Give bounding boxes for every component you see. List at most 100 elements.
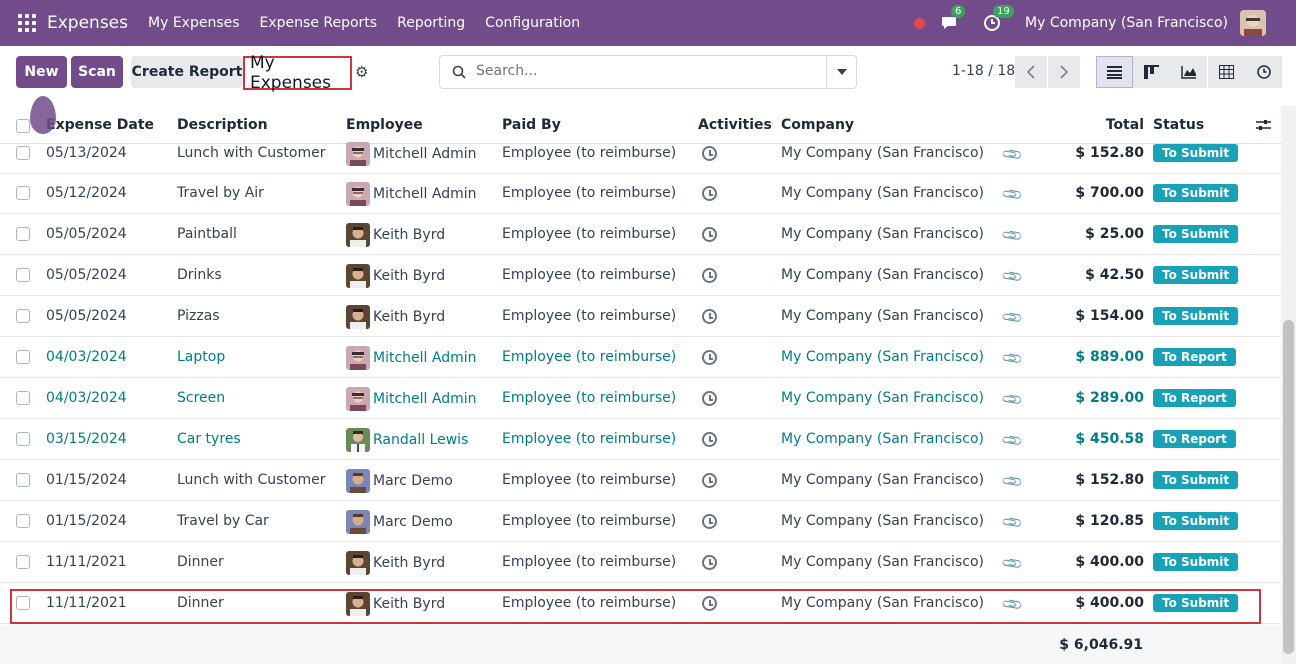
- employee-name[interactable]: Marc Demo: [373, 473, 453, 489]
- expense-total: $ 42.50: [1085, 267, 1144, 283]
- row-checkbox[interactable]: [16, 514, 30, 528]
- column-activities[interactable]: Activities: [698, 117, 772, 133]
- list-view-button[interactable]: [1096, 56, 1133, 88]
- table-row[interactable]: 01/15/2024 Lunch with Customer Marc Demo Em…: [0, 460, 1281, 501]
- row-checkbox[interactable]: [16, 391, 30, 405]
- activity-clock-icon[interactable]: [702, 146, 717, 161]
- search-options-toggle[interactable]: [826, 56, 856, 88]
- activity-clock-icon[interactable]: [702, 350, 717, 365]
- attachment-icon[interactable]: 📎: [1001, 511, 1025, 534]
- row-checkbox[interactable]: [16, 186, 30, 200]
- gear-icon[interactable]: ⚙: [355, 63, 368, 81]
- menu-my-expenses[interactable]: My Expenses: [148, 15, 240, 31]
- row-checkbox[interactable]: [16, 146, 30, 160]
- employee-name[interactable]: Keith Byrd: [373, 309, 445, 325]
- attachment-icon[interactable]: 📎: [1001, 347, 1025, 370]
- pager-value[interactable]: 1-18 / 18: [952, 63, 1015, 79]
- activity-clock-icon[interactable]: [702, 391, 717, 406]
- expense-description: Pizzas: [177, 308, 220, 324]
- pivot-view-button[interactable]: [1208, 56, 1245, 88]
- table-row[interactable]: 01/15/2024 Travel by Car Marc Demo Employee…: [0, 501, 1281, 542]
- select-all-checkbox[interactable]: [16, 119, 30, 133]
- attachment-icon[interactable]: 📎: [1001, 143, 1025, 166]
- menu-expense-reports[interactable]: Expense Reports: [260, 15, 378, 31]
- employee-name[interactable]: Keith Byrd: [373, 227, 445, 243]
- column-company[interactable]: Company: [781, 117, 854, 133]
- row-checkbox[interactable]: [16, 227, 30, 241]
- company: My Company (San Francisco): [781, 554, 984, 570]
- paid-by: Employee (to reimburse): [502, 554, 677, 570]
- recording-indicator-icon[interactable]: [914, 17, 926, 29]
- app-brand[interactable]: Expenses: [47, 13, 128, 33]
- table-row[interactable]: 05/05/2024 Pizzas Keith Byrd Employee (to r…: [0, 296, 1281, 337]
- activity-clock-icon[interactable]: [702, 186, 717, 201]
- table-row[interactable]: 05/13/2024 Lunch with Customer Mitchell Ad…: [0, 142, 1281, 174]
- row-checkbox[interactable]: [16, 555, 30, 569]
- attachment-icon[interactable]: 📎: [1001, 552, 1025, 575]
- column-description[interactable]: Description: [177, 117, 268, 133]
- activities-button[interactable]: 19: [983, 5, 1014, 32]
- company-switcher[interactable]: My Company (San Francisco): [1025, 15, 1228, 31]
- activity-clock-icon[interactable]: [702, 514, 717, 529]
- activity-clock-icon[interactable]: [702, 227, 717, 242]
- vertical-scrollbar[interactable]: [1281, 106, 1296, 664]
- graph-view-button[interactable]: [1170, 56, 1207, 88]
- employee-avatar: [346, 510, 370, 534]
- activity-clock-icon[interactable]: [702, 473, 717, 488]
- column-total[interactable]: Total: [1106, 117, 1144, 133]
- employee-name[interactable]: Mitchell Admin: [373, 391, 477, 407]
- row-checkbox[interactable]: [16, 350, 30, 364]
- optional-columns-icon[interactable]: [1256, 118, 1271, 132]
- employee-name[interactable]: Randall Lewis: [373, 432, 468, 448]
- search-input[interactable]: [476, 63, 816, 79]
- activity-clock-icon[interactable]: [702, 555, 717, 570]
- attachment-icon[interactable]: 📎: [1001, 429, 1025, 452]
- employee-name[interactable]: Mitchell Admin: [373, 186, 477, 202]
- attachment-icon[interactable]: 📎: [1001, 388, 1025, 411]
- column-employee[interactable]: Employee: [346, 117, 423, 133]
- employee-name[interactable]: Keith Byrd: [373, 555, 445, 571]
- user-avatar[interactable]: [1240, 10, 1266, 36]
- apps-menu-icon[interactable]: [18, 14, 36, 32]
- attachment-icon[interactable]: 📎: [1001, 306, 1025, 329]
- employee-name[interactable]: Marc Demo: [373, 514, 453, 530]
- activity-clock-icon[interactable]: [702, 309, 717, 324]
- row-checkbox[interactable]: [16, 268, 30, 282]
- employee-name[interactable]: Mitchell Admin: [373, 146, 477, 162]
- new-button[interactable]: New: [16, 56, 67, 88]
- table-header: Expense Date Description Employee Paid B…: [0, 106, 1281, 144]
- attachment-icon[interactable]: 📎: [1001, 265, 1025, 288]
- employee-name[interactable]: Mitchell Admin: [373, 350, 477, 366]
- pager-previous-button[interactable]: [1015, 56, 1047, 88]
- activity-clock-icon[interactable]: [702, 268, 717, 283]
- pager-next-button[interactable]: [1048, 56, 1080, 88]
- table-row[interactable]: 03/15/2024 Car tyres Randall Lewis Employee…: [0, 419, 1281, 460]
- menu-reporting[interactable]: Reporting: [397, 15, 465, 31]
- row-checkbox[interactable]: [16, 473, 30, 487]
- status-badge: To Report: [1153, 348, 1236, 366]
- create-report-button[interactable]: Create Report: [131, 56, 243, 88]
- kanban-view-button[interactable]: [1133, 56, 1170, 88]
- column-status[interactable]: Status: [1153, 117, 1204, 133]
- scrollbar-thumb[interactable]: [1283, 320, 1294, 654]
- paid-by: Employee (to reimburse): [502, 390, 677, 406]
- attachment-icon[interactable]: 📎: [1001, 224, 1025, 247]
- row-checkbox[interactable]: [16, 432, 30, 446]
- employee-name[interactable]: Keith Byrd: [373, 268, 445, 284]
- table-row[interactable]: 04/03/2024 Laptop Mitchell Admin Employee (…: [0, 337, 1281, 378]
- column-paid-by[interactable]: Paid By: [502, 117, 561, 133]
- attachment-icon[interactable]: 📎: [1001, 470, 1025, 493]
- table-row[interactable]: 11/11/2021 Dinner Keith Byrd Employee (to r…: [0, 542, 1281, 583]
- scan-button[interactable]: Scan: [71, 56, 123, 88]
- activity-view-button[interactable]: [1245, 56, 1282, 88]
- table-row[interactable]: 05/05/2024 Paintball Keith Byrd Employee (t…: [0, 214, 1281, 255]
- column-expense-date[interactable]: Expense Date: [46, 117, 154, 133]
- table-row[interactable]: 05/12/2024 Travel by Air Mitchell Admin Emp…: [0, 173, 1281, 214]
- table-row[interactable]: 04/03/2024 Screen Mitchell Admin Employee (…: [0, 378, 1281, 419]
- menu-configuration[interactable]: Configuration: [485, 15, 580, 31]
- activity-clock-icon[interactable]: [702, 432, 717, 447]
- attachment-icon[interactable]: 📎: [1001, 183, 1025, 206]
- table-row[interactable]: 05/05/2024 Drinks Keith Byrd Employee (to r…: [0, 255, 1281, 296]
- messages-button[interactable]: 6: [941, 5, 966, 32]
- row-checkbox[interactable]: [16, 309, 30, 323]
